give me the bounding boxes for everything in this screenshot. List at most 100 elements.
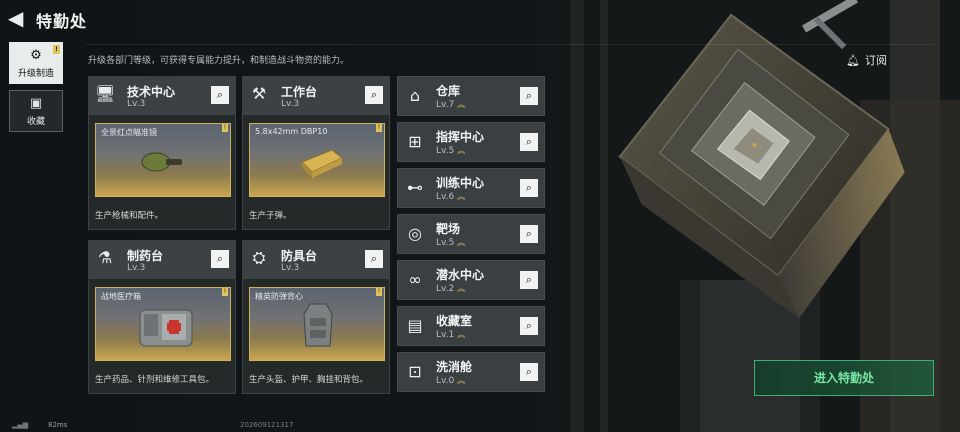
nav-upgrade-craft[interactable]: ! ⚙︎ 升级制造 xyxy=(9,42,63,84)
goggles-icon: ∞ xyxy=(408,270,422,289)
facility-name: 洗消舱 xyxy=(436,360,473,374)
facility-diving-center[interactable]: ∞ 潜水中心 Lv.2 ︽ ⌕ xyxy=(397,260,545,300)
card-armor-bench: ⛭︎ 防具台 Lv.3 ⌕ 精英防弹背心 ! 生产头盔、护甲、胸挂和背包。 xyxy=(242,240,390,394)
nav-label: 升级制造 xyxy=(17,68,54,79)
card-description: 生产子弹。 xyxy=(249,211,292,221)
item-preview[interactable]: 战地医疗箱 ! xyxy=(95,287,231,361)
notification-badge: ! xyxy=(53,45,60,54)
upgrade-gear-icon: ⚙︎ xyxy=(30,47,42,63)
back-arrow-icon: ◀ xyxy=(8,6,24,30)
facility-warehouse[interactable]: ⌂ 仓库 Lv.7 ︽ ⌕ xyxy=(397,76,545,116)
card-description: 生产头盔、护甲、胸挂和背包。 xyxy=(249,375,369,385)
item-name: 5.8x42mm DBP10 xyxy=(255,127,328,136)
notification-badge: ! xyxy=(376,288,382,296)
ping-readout: 82ms xyxy=(48,421,68,429)
search-icon[interactable]: ⌕ xyxy=(520,271,538,289)
notification-badge: ! xyxy=(376,124,382,132)
facility-shooting-range[interactable]: ◎ 靶场 Lv.5 ︽ ⌕ xyxy=(397,214,545,254)
facility-level: Lv.0 ︽ xyxy=(436,376,466,386)
back-button[interactable]: ◀ xyxy=(8,8,30,30)
facility-level: Lv.7 ︽ xyxy=(436,100,466,110)
card-header[interactable]: ⛭︎ 防具台 Lv.3 ⌕ xyxy=(243,241,389,279)
subscribe-button[interactable]: 🔔︎ 订阅 xyxy=(846,52,887,68)
collection-icon: ▣ xyxy=(29,95,43,111)
search-icon[interactable]: ⌕ xyxy=(211,86,229,104)
item-preview[interactable]: 全景红点瞄准镜 ! xyxy=(95,123,231,197)
facility-collection-room[interactable]: ▤ 收藏室 Lv.1 ︽ ⌕ xyxy=(397,306,545,346)
facility-name: 仓库 xyxy=(436,84,461,98)
tools-icon: ⚒︎ xyxy=(251,84,267,103)
upgrade-arrow-icon: ︽ xyxy=(457,376,466,385)
monitor-icon: 🖥︎ xyxy=(95,84,116,103)
card-description: 生产药品、针剂和维修工具包。 xyxy=(95,375,215,385)
item-name: 战地医疗箱 xyxy=(101,292,141,301)
card-header[interactable]: ⚒︎ 工作台 Lv.3 ⌕ xyxy=(243,77,389,115)
search-icon[interactable]: ⌕ xyxy=(520,363,538,381)
upgrade-arrow-icon: ︽ xyxy=(457,100,466,109)
card-pharmacy: ⚗︎ 制药台 Lv.3 ⌕ 战地医疗箱 ! 生产药品、针剂和维修工具包。 xyxy=(88,240,236,394)
facility-level: Lv.2 ︽ xyxy=(436,284,466,294)
bell-icon: 🔔︎ xyxy=(846,53,860,67)
page-subtitle: 升级各部门等级，可获得专属能力提升，和制造战斗物资的能力。 xyxy=(88,56,350,66)
divider xyxy=(86,44,934,45)
facility-name: 靶场 xyxy=(436,222,461,236)
upgrade-arrow-icon: ︽ xyxy=(457,146,466,155)
notification-badge: ! xyxy=(222,124,228,132)
search-icon[interactable]: ⌕ xyxy=(520,317,538,335)
facility-level: Lv.6 ︽ xyxy=(436,192,466,202)
card-tech-center: 🖥︎ 技术中心 Lv.3 ⌕ 全景红点瞄准镜 ! 生产枪械和配件。 xyxy=(88,76,236,230)
card-header[interactable]: 🖥︎ 技术中心 Lv.3 ⌕ xyxy=(89,77,235,115)
decon-icon: ⊡ xyxy=(408,362,422,381)
upgrade-arrow-icon: ︽ xyxy=(457,238,466,247)
search-icon[interactable]: ⌕ xyxy=(520,225,538,243)
upgrade-arrow-icon: ︽ xyxy=(457,284,466,293)
facility-level: Lv.5 ︽ xyxy=(436,146,466,156)
microscope-icon: ⚗︎ xyxy=(97,248,113,267)
item-name: 全景红点瞄准镜 xyxy=(101,128,157,137)
warehouse-icon: ⌂ xyxy=(409,86,421,105)
search-icon[interactable]: ⌕ xyxy=(365,250,383,268)
item-name: 精英防弹背心 xyxy=(255,292,303,301)
item-preview[interactable]: 精英防弹背心 ! xyxy=(249,287,385,361)
card-header[interactable]: ⚗︎ 制药台 Lv.3 ⌕ xyxy=(89,241,235,279)
chip-icon: ⊞ xyxy=(408,132,422,151)
card-level: Lv.3 xyxy=(281,263,300,273)
card-level: Lv.3 xyxy=(127,99,146,109)
facility-training-center[interactable]: ⊷ 训练中心 Lv.6 ︽ ⌕ xyxy=(397,168,545,208)
target-icon: ◎ xyxy=(408,224,422,243)
card-name: 技术中心 xyxy=(127,85,176,99)
card-name: 工作台 xyxy=(281,85,318,99)
facility-name: 收藏室 xyxy=(436,314,473,328)
facility-level: Lv.1 ︽ xyxy=(436,330,466,340)
card-name: 制药台 xyxy=(127,249,164,263)
search-icon[interactable]: ⌕ xyxy=(365,86,383,104)
notification-badge: ! xyxy=(222,288,228,296)
card-level: Lv.3 xyxy=(127,263,146,273)
nav-collection[interactable]: ▣ 收藏 xyxy=(9,90,63,132)
page-title: 特勤处 xyxy=(36,12,88,31)
search-icon[interactable]: ⌕ xyxy=(520,179,538,197)
search-icon[interactable]: ⌕ xyxy=(520,133,538,151)
armor-plates-icon: ⛭︎ xyxy=(252,248,266,267)
upgrade-arrow-icon: ︽ xyxy=(457,192,466,201)
facility-name: 指挥中心 xyxy=(436,130,485,144)
facility-command-center[interactable]: ⊞ 指挥中心 Lv.5 ︽ ⌕ xyxy=(397,122,545,162)
upgrade-arrow-icon: ︽ xyxy=(457,330,466,339)
nav-label: 收藏 xyxy=(26,116,45,127)
display-case-icon: ▤ xyxy=(407,316,423,335)
item-preview[interactable]: 5.8x42mm DBP10 ! xyxy=(249,123,385,197)
card-name: 防具台 xyxy=(281,249,318,263)
card-workbench: ⚒︎ 工作台 Lv.3 ⌕ 5.8x42mm DBP10 ! 生产子弹。 xyxy=(242,76,390,230)
card-description: 生产枪械和配件。 xyxy=(95,211,164,221)
user-id: 202609121317 xyxy=(240,421,294,429)
card-level: Lv.3 xyxy=(281,99,300,109)
facility-decon-chamber[interactable]: ⊡ 洗消舱 Lv.0 ︽ ⌕ xyxy=(397,352,545,392)
facility-name: 潜水中心 xyxy=(436,268,485,282)
facility-name: 训练中心 xyxy=(436,176,485,190)
facility-level: Lv.5 ︽ xyxy=(436,238,466,248)
dumbbell-icon: ⊷ xyxy=(407,178,423,197)
search-icon[interactable]: ⌕ xyxy=(211,250,229,268)
subscribe-label: 订阅 xyxy=(864,54,887,67)
enter-special-ops-button[interactable]: 进入特勤处 xyxy=(754,360,934,396)
search-icon[interactable]: ⌕ xyxy=(520,87,538,105)
